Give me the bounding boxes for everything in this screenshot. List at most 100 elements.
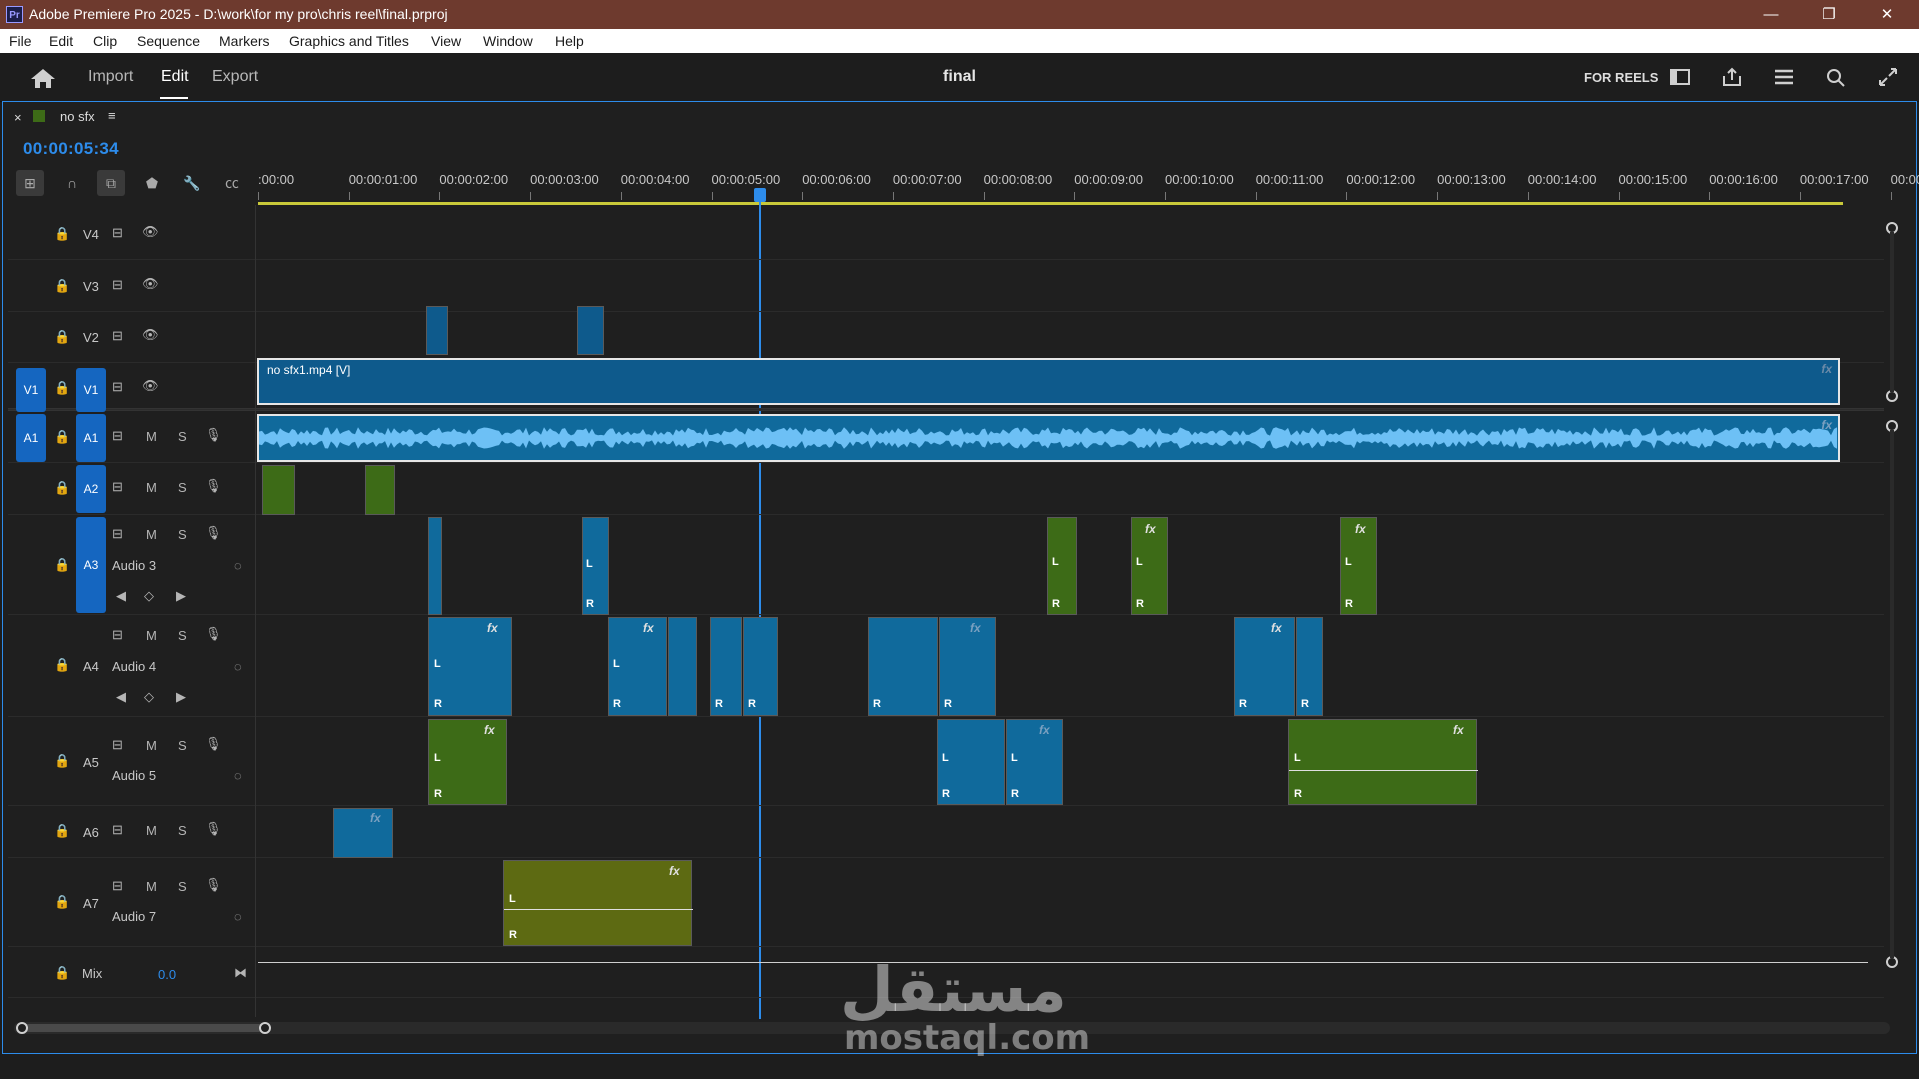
panel-layout-icon[interactable]: [1668, 65, 1692, 89]
fx-badge[interactable]: fx: [1145, 522, 1156, 536]
menu-edit[interactable]: Edit: [49, 33, 73, 49]
mute-button[interactable]: M: [146, 527, 157, 542]
lock-icon[interactable]: 🔒: [54, 329, 70, 345]
fx-badge[interactable]: fx: [970, 621, 981, 635]
menu-window[interactable]: Window: [483, 33, 533, 49]
a2-clip[interactable]: [262, 465, 295, 515]
sequence-tab-menu-icon[interactable]: ≡: [108, 108, 116, 123]
sync-lock-icon[interactable]: ⊟: [112, 379, 123, 395]
solo-button[interactable]: S: [178, 429, 187, 444]
zoom-handle-right[interactable]: [259, 1022, 271, 1034]
sync-lock-icon[interactable]: ⊟: [112, 428, 123, 444]
mute-button[interactable]: M: [146, 480, 157, 495]
volume-knob-icon[interactable]: ◌: [234, 909, 242, 924]
v1-clip-main[interactable]: no sfx1.mp4 [V] fx: [257, 358, 1840, 405]
solo-button[interactable]: S: [178, 879, 187, 894]
prev-keyframe-icon[interactable]: ◀: [116, 588, 126, 604]
clip-volume-line[interactable]: [504, 909, 693, 910]
visibility-eye-icon[interactable]: 👁: [142, 224, 159, 240]
menu-markers[interactable]: Markers: [219, 33, 270, 49]
workspace-label[interactable]: FOR REELS: [1584, 70, 1658, 85]
a2-clip[interactable]: [365, 465, 395, 515]
solo-button[interactable]: S: [178, 823, 187, 838]
fx-badge[interactable]: fx: [1821, 418, 1832, 432]
volume-knob-icon[interactable]: ◌: [234, 768, 242, 783]
volume-knob-icon[interactable]: ◌: [234, 558, 242, 573]
voiceover-mic-icon[interactable]: 🎙: [205, 525, 222, 541]
source-patch-a1[interactable]: A1: [16, 414, 46, 462]
sync-lock-icon[interactable]: ⊟: [112, 737, 123, 753]
lock-icon[interactable]: 🔒: [54, 894, 70, 910]
fx-badge[interactable]: fx: [487, 621, 498, 635]
mix-pan-icon[interactable]: ⧓: [234, 965, 247, 981]
fx-badge[interactable]: fx: [484, 723, 495, 737]
mute-button[interactable]: M: [146, 628, 157, 643]
menu-help[interactable]: Help: [555, 33, 584, 49]
track-label-a2[interactable]: A2: [76, 465, 106, 513]
mute-button[interactable]: M: [146, 879, 157, 894]
a4-clip[interactable]: R: [868, 617, 938, 716]
voiceover-mic-icon[interactable]: 🎙: [205, 736, 222, 752]
sync-lock-icon[interactable]: ⊟: [112, 627, 123, 643]
a6-clip[interactable]: fx: [333, 808, 393, 858]
a5-clip[interactable]: fx L R: [1006, 719, 1063, 805]
work-area-bar[interactable]: [258, 202, 1843, 205]
source-patch-v1[interactable]: V1: [16, 368, 46, 412]
a3-clip[interactable]: fx L R: [1131, 517, 1168, 615]
lock-icon[interactable]: 🔒: [54, 480, 70, 496]
a5-clip[interactable]: fx L R: [428, 719, 507, 805]
a4-clip[interactable]: R: [743, 617, 778, 716]
restore-button[interactable]: ❐: [1806, 0, 1852, 29]
zoom-handle-left[interactable]: [16, 1022, 28, 1034]
sync-lock-icon[interactable]: ⊟: [112, 328, 123, 344]
menu-clip[interactable]: Clip: [93, 33, 117, 49]
a4-clip[interactable]: fx R: [1234, 617, 1295, 716]
sync-lock-icon[interactable]: ⊟: [112, 277, 123, 293]
lock-icon[interactable]: 🔒: [54, 429, 70, 445]
fx-badge[interactable]: fx: [370, 811, 381, 825]
lock-icon[interactable]: 🔒: [54, 965, 70, 981]
mute-button[interactable]: M: [146, 738, 157, 753]
track-label-a3[interactable]: A3: [76, 517, 106, 613]
fx-badge[interactable]: fx: [1821, 362, 1832, 376]
fx-badge[interactable]: fx: [1453, 723, 1464, 737]
insert-nest-icon[interactable]: ⊞: [16, 170, 44, 196]
close-sequence-tab-icon[interactable]: ×: [14, 110, 22, 125]
solo-button[interactable]: S: [178, 480, 187, 495]
v2-clip[interactable]: [426, 306, 448, 355]
a4-clip[interactable]: R: [1296, 617, 1323, 716]
fx-badge[interactable]: fx: [1355, 522, 1366, 536]
menu-graphics-and-titles[interactable]: Graphics and Titles: [289, 33, 409, 49]
zoom-scrollbar-thumb[interactable]: [20, 1024, 264, 1032]
a4-clip[interactable]: fx L R: [608, 617, 667, 716]
close-button[interactable]: ✕: [1864, 0, 1910, 29]
audio-scrollbar[interactable]: [1890, 430, 1894, 958]
sync-lock-icon[interactable]: ⊟: [112, 822, 123, 838]
visibility-eye-icon[interactable]: 👁: [142, 378, 159, 394]
voiceover-mic-icon[interactable]: 🎙: [205, 877, 222, 893]
minimize-button[interactable]: —: [1748, 0, 1794, 29]
lock-icon[interactable]: 🔒: [54, 657, 70, 673]
next-keyframe-icon[interactable]: ▶: [176, 689, 186, 705]
share-icon[interactable]: [1720, 65, 1744, 89]
sync-lock-icon[interactable]: ⊟: [112, 878, 123, 894]
fx-badge[interactable]: fx: [1271, 621, 1282, 635]
video-scrollbar[interactable]: [1890, 232, 1894, 392]
fullscreen-icon[interactable]: [1876, 65, 1900, 89]
sync-lock-icon[interactable]: ⊟: [112, 225, 123, 241]
a3-clip[interactable]: L R: [582, 517, 609, 615]
lock-icon[interactable]: 🔒: [54, 753, 70, 769]
visibility-eye-icon[interactable]: 👁: [142, 276, 159, 292]
fx-badge[interactable]: fx: [669, 864, 680, 878]
v2-clip[interactable]: [577, 306, 604, 355]
snap-magnet-icon[interactable]: ∩: [58, 170, 86, 196]
lock-icon[interactable]: 🔒: [54, 557, 70, 573]
settings-wrench-icon[interactable]: 🔧: [178, 170, 206, 196]
track-label-v1[interactable]: V1: [76, 368, 106, 412]
solo-button[interactable]: S: [178, 628, 187, 643]
prev-keyframe-icon[interactable]: ◀: [116, 689, 126, 705]
add-keyframe-icon[interactable]: ◇: [144, 689, 154, 705]
menu-sequence[interactable]: Sequence: [137, 33, 200, 49]
clip-volume-line[interactable]: [1289, 770, 1478, 771]
a7-clip[interactable]: fx L R: [503, 860, 693, 946]
